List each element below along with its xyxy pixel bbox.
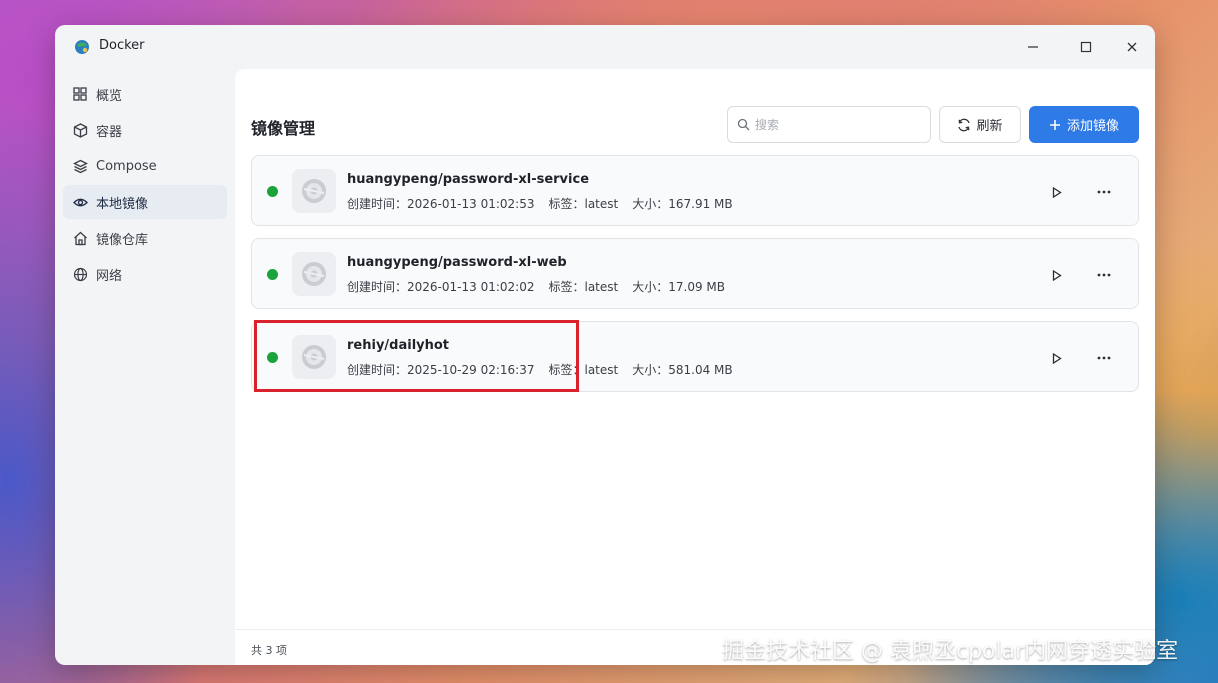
- tag-value: latest: [584, 197, 619, 211]
- minimize-icon: [1028, 46, 1038, 48]
- status-dot: [267, 269, 278, 280]
- image-name: rehiy/dailyhot: [347, 338, 450, 353]
- size-label: 大小：: [632, 197, 669, 211]
- plus-icon: [1049, 119, 1060, 130]
- add-image-label: 添加镜像: [1066, 119, 1119, 134]
- refresh-label: 刷新: [976, 119, 1003, 134]
- size-value: 17.09 MB: [668, 280, 725, 294]
- created-value: 2026-01-13 01:02:02: [407, 280, 535, 294]
- grid-icon: [72, 86, 88, 102]
- tag-label: 标签：: [548, 363, 585, 377]
- play-icon: [1052, 186, 1062, 198]
- sidebar-item-label: 容器: [96, 124, 123, 140]
- size-label: 大小：: [632, 280, 669, 294]
- more-icon: [1097, 356, 1111, 360]
- sidebar-item-label: 网络: [96, 268, 123, 284]
- run-button[interactable]: [1045, 263, 1069, 287]
- layers-icon: [72, 158, 88, 174]
- status-dot: [267, 352, 278, 363]
- sidebar-item-network[interactable]: 网络: [63, 257, 227, 291]
- image-name: huangypeng/password-xl-service: [347, 172, 590, 187]
- eye-icon: [72, 194, 88, 210]
- maximize-icon: [1080, 41, 1092, 53]
- sidebar-item-containers[interactable]: 容器: [63, 113, 227, 147]
- sidebar-item-compose[interactable]: Compose: [63, 149, 227, 183]
- title-bar: Docker: [55, 25, 1155, 69]
- more-button[interactable]: [1092, 263, 1116, 287]
- image-card[interactable]: huangypeng/password-xl-web 创建时间：2026-01-…: [251, 238, 1139, 309]
- play-icon: [1052, 269, 1062, 281]
- size-label: 大小：: [632, 363, 669, 377]
- sidebar: 概览 容器 Compose 本地镜像 镜像仓库 网络: [63, 77, 227, 293]
- sidebar-item-label: 本地镜像: [96, 196, 149, 212]
- sidebar-item-image-registry[interactable]: 镜像仓库: [63, 221, 227, 255]
- size-value: 581.04 MB: [668, 363, 733, 377]
- image-list: huangypeng/password-xl-service 创建时间：2026…: [251, 155, 1139, 404]
- created-label: 创建时间：: [347, 197, 408, 211]
- main-panel: 镜像管理 刷新 添加镜像 huangypeng/password-xl-serv…: [235, 69, 1155, 665]
- tag-value: latest: [584, 363, 619, 377]
- home-icon: [72, 230, 88, 246]
- globe-icon: [72, 266, 88, 282]
- window-title: Docker: [99, 38, 145, 53]
- sidebar-item-label: 概览: [96, 88, 123, 104]
- search-icon: [737, 118, 750, 131]
- created-value: 2026-01-13 01:02:53: [407, 197, 535, 211]
- search-field[interactable]: [727, 106, 931, 143]
- tag-value: latest: [584, 280, 619, 294]
- size-value: 167.91 MB: [668, 197, 733, 211]
- more-button[interactable]: [1092, 180, 1116, 204]
- maximize-button[interactable]: [1071, 35, 1101, 59]
- run-button[interactable]: [1045, 180, 1069, 204]
- watermark: 掘金技术社区 @ 袁煦丞cpolar内网穿透实验室: [722, 639, 1179, 664]
- tag-label: 标签：: [548, 197, 585, 211]
- image-meta: 创建时间：2025-10-29 02:16:37 标签：latest 大小：581.…: [347, 361, 733, 378]
- created-label: 创建时间：: [347, 280, 408, 294]
- item-count: 共 3 项: [251, 644, 287, 657]
- image-meta: 创建时间：2026-01-13 01:02:02 标签：latest 大小：17.0…: [347, 278, 725, 295]
- more-icon: [1097, 273, 1111, 277]
- image-card[interactable]: huangypeng/password-xl-service 创建时间：2026…: [251, 155, 1139, 226]
- sidebar-item-local-images[interactable]: 本地镜像: [63, 185, 227, 219]
- image-name: huangypeng/password-xl-web: [347, 255, 567, 270]
- page-title: 镜像管理: [251, 119, 316, 138]
- sidebar-item-label: 镜像仓库: [96, 232, 149, 248]
- close-button[interactable]: [1117, 35, 1147, 59]
- disc-icon: [292, 252, 336, 296]
- play-icon: [1052, 352, 1062, 364]
- created-label: 创建时间：: [347, 363, 408, 377]
- image-meta: 创建时间：2026-01-13 01:02:53 标签：latest 大小：167.…: [347, 195, 733, 212]
- tag-label: 标签：: [548, 280, 585, 294]
- more-icon: [1097, 190, 1111, 194]
- refresh-button[interactable]: 刷新: [939, 106, 1021, 143]
- run-button[interactable]: [1045, 346, 1069, 370]
- sidebar-item-overview[interactable]: 概览: [63, 77, 227, 111]
- disc-icon: [292, 335, 336, 379]
- more-button[interactable]: [1092, 346, 1116, 370]
- docker-window: Docker 概览 容器 Compose 本地镜像 镜像仓库 网络 镜像管理 搜…: [55, 25, 1155, 665]
- refresh-icon: [958, 118, 971, 131]
- sidebar-item-label: Compose: [96, 158, 157, 174]
- docker-logo-icon: [75, 40, 89, 54]
- created-value: 2025-10-29 02:16:37: [407, 363, 535, 377]
- minimize-button[interactable]: [1018, 35, 1048, 59]
- search-input[interactable]: [755, 117, 925, 132]
- add-image-button[interactable]: 添加镜像: [1029, 106, 1139, 143]
- image-card[interactable]: rehiy/dailyhot 创建时间：2025-10-29 02:16:37 标…: [251, 321, 1139, 392]
- status-dot: [267, 186, 278, 197]
- cube-icon: [72, 122, 88, 138]
- close-icon: [1127, 42, 1137, 52]
- disc-icon: [292, 169, 336, 213]
